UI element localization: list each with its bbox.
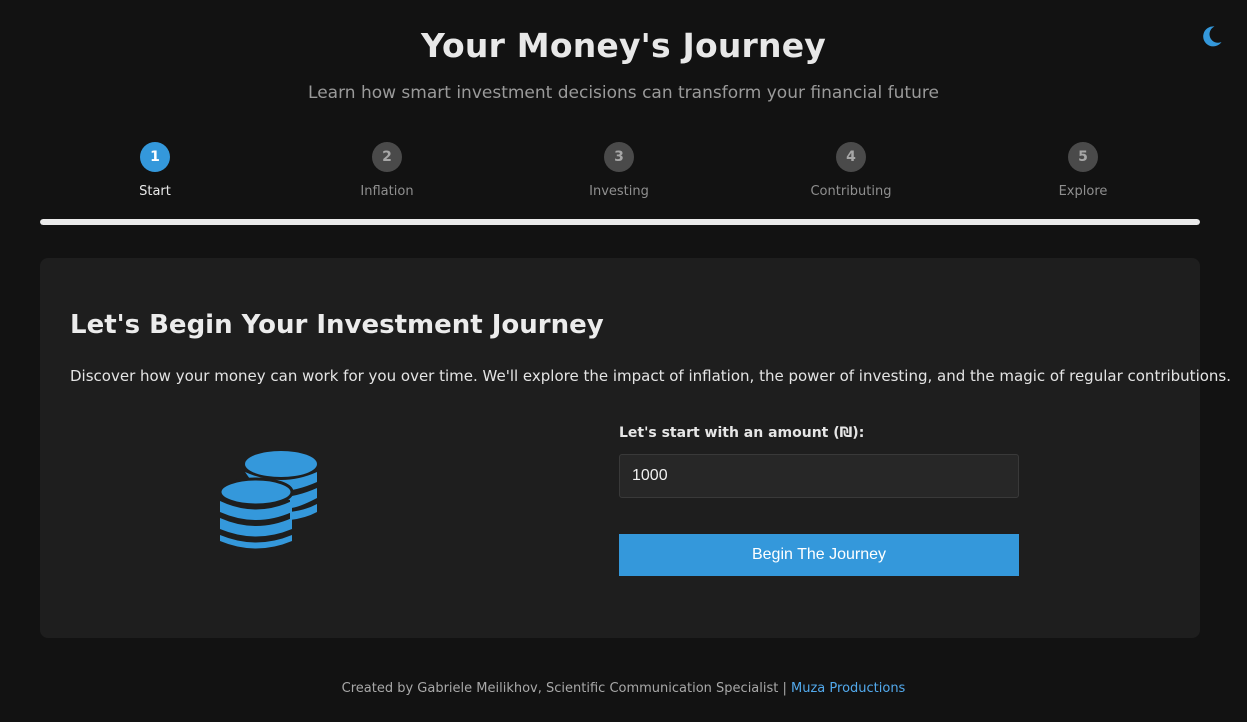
- moon-icon: [1203, 26, 1222, 47]
- progress-fill: [40, 219, 1200, 225]
- step-number: 2: [372, 142, 402, 172]
- step-indicator: 1 Start 2 Inflation 3 Investing 4 Contri…: [40, 142, 1200, 206]
- step-explore[interactable]: 5 Explore: [1013, 142, 1153, 199]
- amount-input[interactable]: [619, 454, 1019, 498]
- footer: Created by Gabriele Meilikhov, Scientifi…: [0, 681, 1247, 696]
- intro-card: Let's Begin Your Investment Journey Disc…: [40, 258, 1231, 638]
- amount-label: Let's start with an amount (₪):: [619, 425, 865, 441]
- page: Your Money's Journey Learn how smart inv…: [0, 0, 1247, 722]
- step-investing[interactable]: 3 Investing: [549, 142, 689, 199]
- step-number: 1: [140, 142, 170, 172]
- begin-journey-button[interactable]: Begin The Journey: [619, 534, 1019, 576]
- step-label: Investing: [589, 184, 649, 199]
- progress-bar: [40, 219, 1200, 225]
- step-inflation[interactable]: 2 Inflation: [317, 142, 457, 199]
- coins-icon: [218, 448, 320, 550]
- card-title: Let's Begin Your Investment Journey: [70, 310, 604, 340]
- step-number: 3: [604, 142, 634, 172]
- page-title: Your Money's Journey: [420, 26, 827, 65]
- card-description: Discover how your money can work for you…: [70, 367, 1231, 385]
- step-number: 5: [1068, 142, 1098, 172]
- theme-toggle-button[interactable]: [1197, 22, 1225, 50]
- step-number: 4: [836, 142, 866, 172]
- step-label: Explore: [1058, 184, 1108, 199]
- footer-link[interactable]: Muza Productions: [791, 681, 905, 696]
- header: Your Money's Journey Learn how smart inv…: [0, 0, 1247, 103]
- step-label: Contributing: [810, 184, 892, 199]
- step-contributing[interactable]: 4 Contributing: [781, 142, 921, 199]
- step-start[interactable]: 1 Start: [85, 142, 225, 199]
- step-label: Inflation: [360, 184, 414, 199]
- footer-credit: Created by Gabriele Meilikhov, Scientifi…: [341, 681, 792, 696]
- step-label: Start: [139, 184, 171, 199]
- page-subtitle: Learn how smart investment decisions can…: [308, 83, 939, 103]
